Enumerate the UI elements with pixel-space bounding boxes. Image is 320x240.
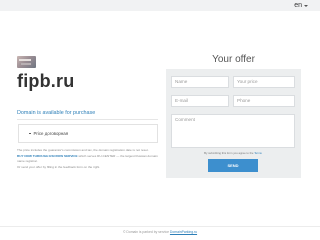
footer-link[interactable]: DomainParking.ru xyxy=(170,230,197,234)
note-line-1: The price includes the guarantor's commi… xyxy=(17,148,149,152)
divider xyxy=(17,119,158,120)
language-label: en xyxy=(294,2,302,9)
escrow-link[interactable]: BUY NOW THROUGH ESCROW SERVICE xyxy=(17,154,78,158)
price-text: Price договорная xyxy=(33,131,69,136)
domain-name: fipb.ru xyxy=(17,71,75,91)
terms-prefix: By submitting this form you agree to the xyxy=(204,151,254,155)
offer-title: Your offer xyxy=(212,54,255,65)
offer-form: Name Your price E-mail Phone Comment By … xyxy=(166,69,301,178)
footer: © Domain is parked by service DomainPark… xyxy=(0,229,320,235)
price-item: Price договорная xyxy=(29,130,68,137)
footer-text: © Domain is parked by service xyxy=(122,230,169,234)
price-box: Price договорная xyxy=(18,124,158,143)
purchase-note: The price includes the guarantor's commi… xyxy=(17,148,159,171)
chevron-down-icon xyxy=(304,5,308,7)
footer-divider xyxy=(0,226,320,227)
availability-text: Domain is available for purchase xyxy=(17,110,96,116)
phone-field[interactable]: Phone xyxy=(233,95,295,107)
language-selector[interactable]: en xyxy=(291,0,311,11)
page: en fipb.ru Domain is available for purch… xyxy=(0,0,320,240)
send-button[interactable]: SEND xyxy=(208,159,258,172)
note-line-3: Or send your offer by filling in the fee… xyxy=(17,164,101,169)
domain-logo-image xyxy=(17,56,36,68)
bullet-icon xyxy=(29,132,31,135)
email-field[interactable]: E-mail xyxy=(171,95,229,107)
top-bar: en xyxy=(0,0,320,11)
terms-link[interactable]: Terms xyxy=(254,151,262,155)
terms-note: By submitting this form you agree to the… xyxy=(171,151,295,155)
price-field[interactable]: Your price xyxy=(233,76,295,88)
comment-field[interactable]: Comment xyxy=(171,114,295,148)
name-field[interactable]: Name xyxy=(171,76,229,88)
note-line-2: BUY NOW THROUGH ESCROW SERVICE which ser… xyxy=(17,154,159,163)
